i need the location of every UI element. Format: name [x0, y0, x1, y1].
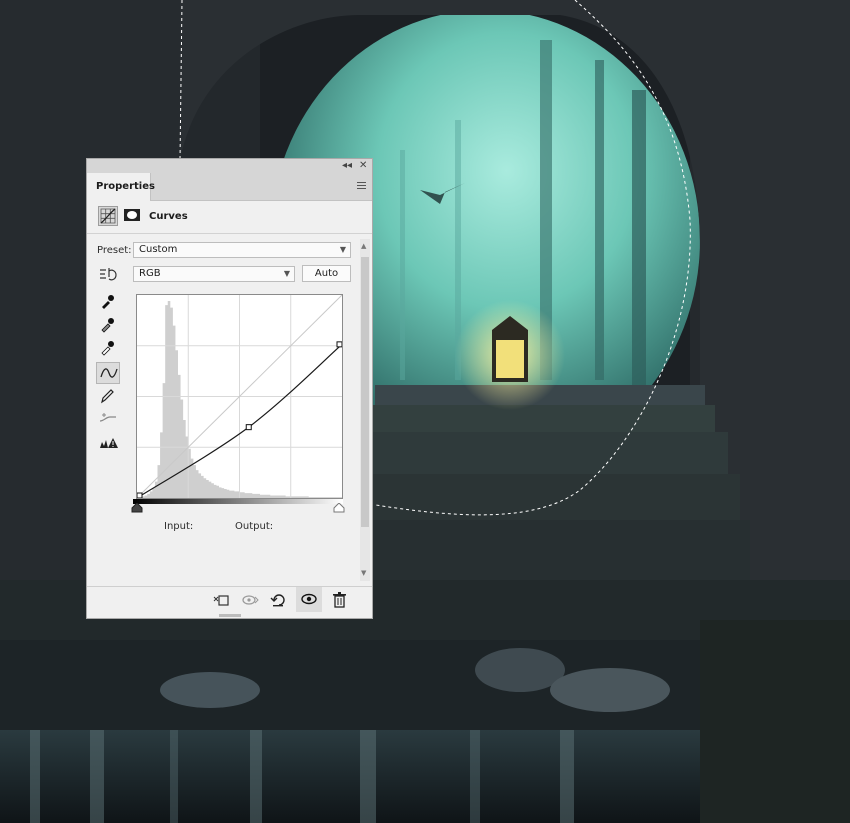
auto-button[interactable]: Auto — [302, 265, 351, 282]
output-label: Output: — [235, 521, 274, 532]
chevron-down-icon: ▼ — [339, 245, 346, 254]
tool-edit-points[interactable] — [96, 362, 120, 384]
panel-scrollbar[interactable]: ▲ ▼ — [360, 239, 370, 581]
reset-icon[interactable] — [270, 592, 288, 608]
input-label: Input: — [164, 521, 194, 532]
white-point-slider[interactable] — [333, 503, 345, 513]
waterfall — [0, 620, 850, 823]
scroll-down-icon[interactable]: ▼ — [361, 569, 366, 577]
on-image-adjustment-icon[interactable] — [97, 265, 119, 283]
panel-footer — [87, 586, 372, 613]
chevron-down-icon: ▼ — [283, 269, 290, 278]
visibility-eye-icon[interactable] — [296, 587, 322, 612]
sample-midtones-eyedropper-icon — [101, 318, 114, 333]
tab-properties[interactable]: Properties — [87, 173, 155, 201]
smooth-curve-icon — [99, 413, 116, 422]
panel-menu-icon[interactable] — [357, 182, 366, 190]
tool-black-point[interactable] — [96, 292, 120, 314]
panel-tab-row: Properties — [87, 173, 372, 201]
curve-points-icon — [100, 368, 118, 378]
panel-resize-grip[interactable] — [219, 614, 241, 617]
sample-shadows-eyedropper-icon — [102, 295, 114, 309]
curve-control-point[interactable] — [136, 492, 143, 499]
properties-panel: ◂◂ ✕ Properties Curves Preset: Custom ▼ — [86, 158, 373, 619]
trash-icon[interactable] — [331, 592, 349, 608]
preset-dropdown[interactable]: Custom ▼ — [133, 242, 351, 258]
layer-mask-icon[interactable] — [123, 206, 143, 226]
close-panel-button[interactable]: ✕ — [359, 160, 367, 172]
tool-clipping-warning[interactable] — [96, 433, 120, 455]
adjustment-header: Curves — [87, 201, 372, 234]
view-previous-icon[interactable] — [241, 592, 259, 608]
clipping-warning-icon — [100, 438, 118, 448]
pencil-icon — [101, 389, 114, 404]
tool-smooth[interactable] — [96, 409, 120, 431]
collapse-panel-button[interactable]: ◂◂ — [342, 160, 352, 172]
scroll-up-icon[interactable]: ▲ — [361, 242, 366, 250]
preset-label: Preset: — [97, 245, 132, 256]
channel-value: RGB — [139, 268, 161, 279]
curve-control-point[interactable] — [336, 341, 343, 348]
sample-highlights-eyedropper-icon — [101, 341, 114, 356]
adjustment-title: Curves — [149, 211, 188, 222]
input-gradient-bar — [133, 499, 343, 504]
curve-control-point[interactable] — [245, 424, 252, 431]
preset-value: Custom — [139, 244, 178, 255]
curves-plot[interactable] — [136, 294, 343, 499]
scrollbar-thumb[interactable] — [361, 257, 369, 527]
panel-titlebar[interactable]: ◂◂ ✕ — [87, 159, 372, 173]
curves-graph[interactable] — [136, 294, 343, 499]
clip-to-layer-icon[interactable] — [212, 592, 230, 608]
black-point-slider[interactable] — [131, 503, 143, 513]
channel-dropdown[interactable]: RGB ▼ — [133, 266, 295, 282]
tool-draw-pencil[interactable] — [96, 386, 120, 408]
tool-white-point[interactable] — [96, 338, 120, 360]
curves-adjustment-icon[interactable] — [98, 206, 118, 226]
lantern — [455, 300, 565, 410]
tool-gray-point[interactable] — [96, 315, 120, 337]
